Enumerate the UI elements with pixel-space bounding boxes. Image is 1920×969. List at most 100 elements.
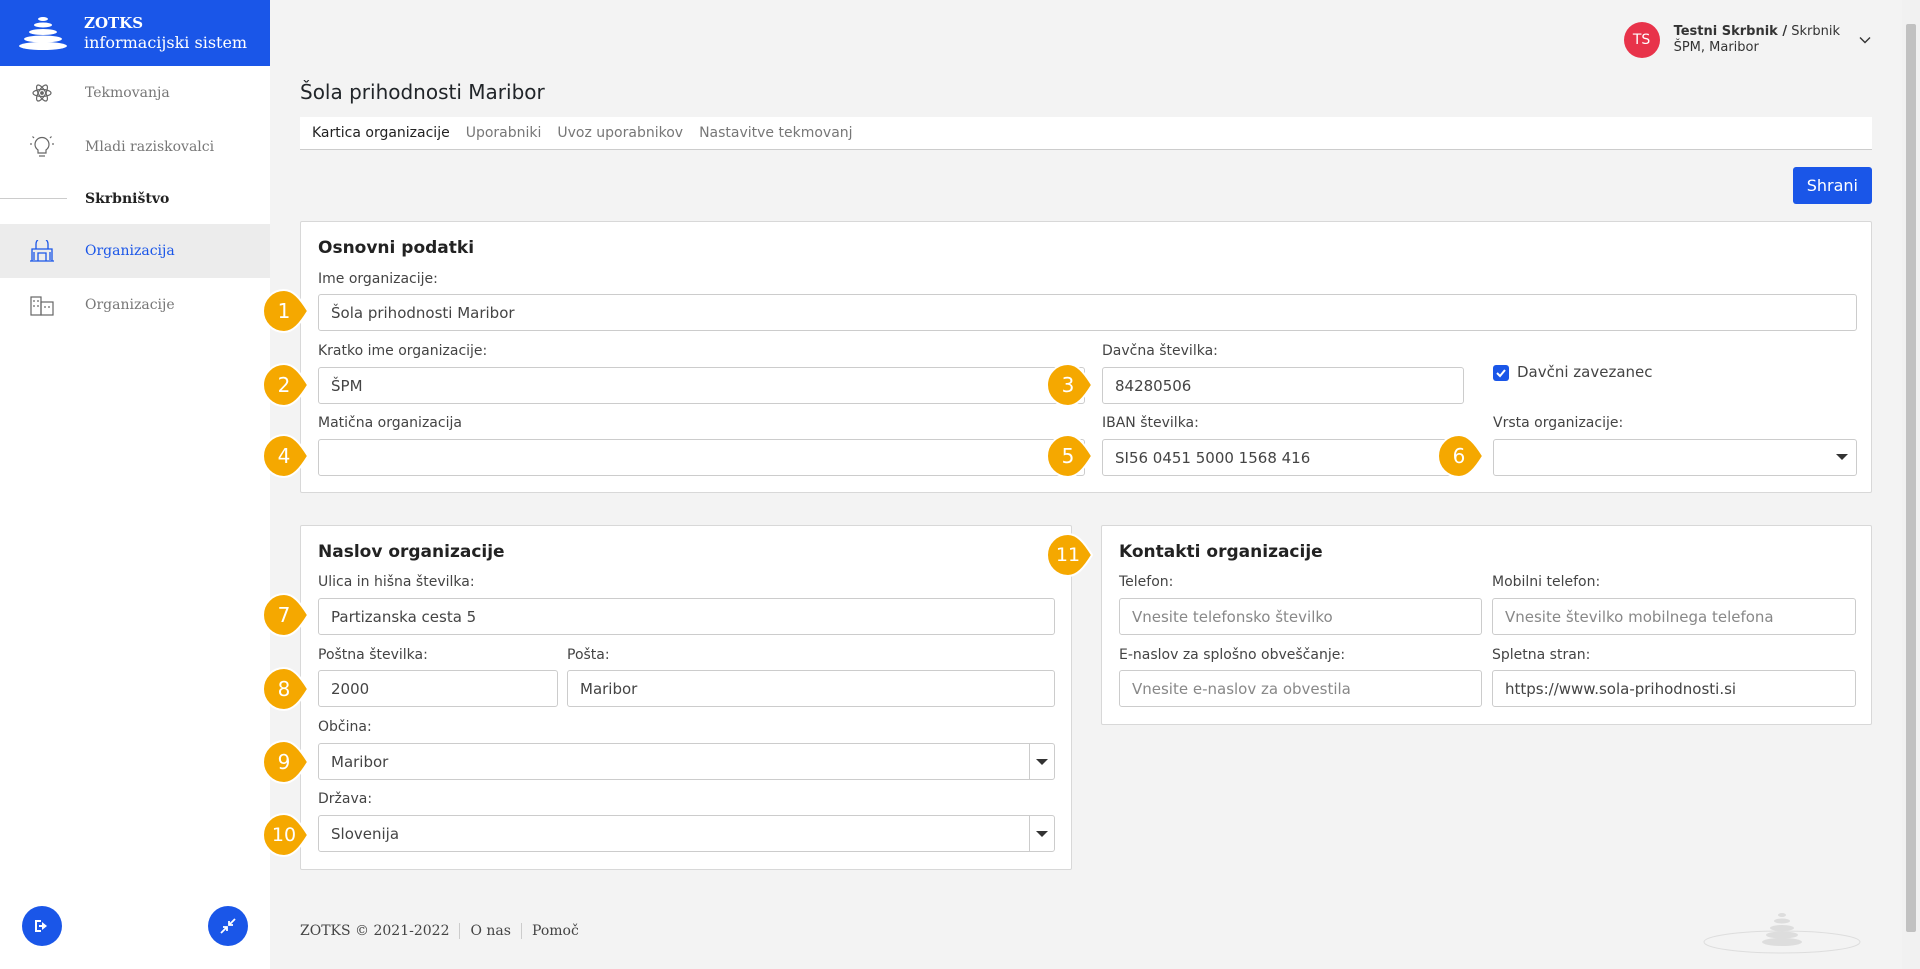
iban-input[interactable]: SI56 0451 5000 1568 416 (1102, 439, 1464, 476)
user-role: Skrbnik (1791, 24, 1840, 39)
brand-subtitle: informacijski sistem (84, 33, 248, 52)
tab-uvoz-uporabnikov[interactable]: Uvoz uporabnikov (557, 125, 683, 141)
callout-number: 6 (1452, 444, 1466, 468)
callout-number: 7 (277, 603, 291, 627)
phone-input[interactable]: Vnesite telefonsko številko (1119, 598, 1482, 635)
section-label: Skrbništvo (85, 191, 170, 207)
user-org: ŠPM, Maribor (1673, 40, 1759, 55)
tab-bar: Kartica organizacije Uporabniki Uvoz upo… (300, 117, 1872, 150)
tab-uporabniki[interactable]: Uporabniki (466, 125, 542, 141)
mobile-input[interactable]: Vnesite številko mobilnega telefona (1492, 598, 1856, 635)
zip-input[interactable]: 2000 (318, 670, 558, 707)
municipality-value: Maribor (331, 752, 389, 771)
user-name: Testni Skrbnik / (1673, 24, 1788, 39)
lightbulb-icon (28, 135, 56, 159)
vertical-scrollbar[interactable] (1902, 0, 1920, 969)
logout-button[interactable] (22, 906, 62, 946)
callout-number: 10 (271, 824, 297, 846)
contacts-card: Kontakti organizacije Telefon: Vnesite t… (1101, 525, 1872, 725)
footer-link-help[interactable]: Pomoč (532, 923, 579, 939)
callout-marker: 7 (261, 592, 321, 638)
caret-down-icon (1036, 758, 1048, 765)
callout-number: 4 (277, 444, 291, 468)
email-input[interactable]: Vnesite e-naslov za obvestila (1119, 670, 1482, 707)
check-icon (1496, 369, 1506, 378)
footer: ZOTKS © 2021-2022 O nas Pomoč (300, 923, 579, 939)
website-input[interactable]: https://www.sola-prihodnosti.si (1492, 670, 1856, 707)
street-input[interactable]: Partizanska cesta 5 (318, 598, 1055, 635)
callout-marker: 9 (261, 739, 321, 785)
sidebar-item-tekmovanja[interactable]: Tekmovanja (0, 66, 270, 120)
sidebar-item-organizacija[interactable]: Organizacija (0, 224, 270, 278)
sidebar-section-skrbnistvo: Skrbništvo (0, 174, 270, 224)
callout-number: 9 (277, 750, 291, 774)
callout-number: 1 (277, 299, 291, 323)
collapse-sidebar-button[interactable] (208, 906, 248, 946)
municipality-label: Občina: (318, 719, 372, 735)
callout-number: 8 (277, 677, 291, 701)
callout-number: 2 (277, 373, 291, 397)
logout-icon (35, 920, 47, 932)
post-input[interactable]: Maribor (567, 670, 1055, 707)
country-label: Država: (318, 791, 373, 807)
parent-org-label: Matična organizacija (318, 415, 462, 431)
sidebar-item-mladi-raziskovalci[interactable]: Mladi raziskovalci (0, 120, 270, 174)
short-name-label: Kratko ime organizacije: (318, 343, 488, 359)
brand-title: ZOTKS (84, 14, 144, 32)
phone-label: Telefon: (1119, 574, 1174, 590)
card-title: Naslov organizacije (318, 542, 505, 562)
chevron-down-icon (1859, 37, 1871, 44)
buildings-icon (28, 293, 56, 317)
short-name-input[interactable]: ŠPM (318, 367, 1085, 404)
org-type-select[interactable] (1493, 439, 1857, 476)
callout-marker: 4 (261, 433, 321, 479)
scrollbar-thumb[interactable] (1906, 24, 1916, 932)
tax-number-label: Davčna številka: (1102, 343, 1218, 359)
sidebar-item-label: Organizacije (85, 297, 175, 313)
email-label: E-naslov za splošno obveščanje: (1119, 647, 1346, 663)
sidebar-item-label: Organizacija (85, 243, 175, 259)
save-button[interactable]: Shrani (1792, 167, 1872, 204)
org-name-input[interactable]: Šola prihodnosti Maribor (318, 294, 1857, 331)
callout-marker: 6 (1436, 433, 1496, 479)
caret-down-icon (1836, 454, 1848, 460)
callout-marker: 5 (1045, 433, 1105, 479)
zotks-watermark-icon (1703, 913, 1861, 954)
municipality-select[interactable]: Maribor (318, 743, 1055, 780)
card-title: Osnovni podatki (318, 238, 475, 258)
page-title: Šola prihodnosti Maribor (300, 80, 545, 104)
tab-nastavitve-tekmovanj[interactable]: Nastavitve tekmovanj (699, 125, 852, 141)
country-select[interactable]: Slovenija (318, 815, 1055, 852)
vat-label: Davčni zavezanec (1517, 363, 1653, 381)
atom-icon (28, 81, 56, 105)
main-content: TS Testni Skrbnik / Skrbnik ŠPM, Maribor… (262, 0, 1902, 969)
select-toggle[interactable] (1029, 816, 1054, 851)
callout-marker: 10 (261, 812, 321, 858)
iban-label: IBAN številka: (1102, 415, 1199, 431)
user-menu[interactable]: TS Testni Skrbnik / Skrbnik ŠPM, Maribor (1623, 22, 1872, 58)
street-label: Ulica in hišna številka: (318, 574, 475, 590)
country-value: Slovenija (331, 824, 400, 843)
caret-down-icon (1036, 830, 1048, 837)
avatar: TS (1623, 22, 1660, 58)
footer-link-about[interactable]: O nas (470, 923, 510, 939)
institution-icon (28, 239, 56, 263)
parent-org-input[interactable] (318, 439, 1085, 476)
compress-icon (220, 918, 236, 934)
sidebar-item-label: Mladi raziskovalci (85, 139, 215, 155)
org-type-label: Vrsta organizacije: (1493, 415, 1624, 431)
callout-marker: 3 (1045, 362, 1105, 408)
vat-checkbox[interactable] (1493, 365, 1509, 381)
tab-kartica-organizacije[interactable]: Kartica organizacije (312, 125, 450, 141)
mobile-label: Mobilni telefon: (1492, 574, 1601, 590)
footer-copyright: ZOTKS © 2021-2022 (300, 923, 450, 939)
name-label: Ime organizacije: (318, 271, 438, 287)
brand-header[interactable]: ZOTKS informacijski sistem (0, 0, 270, 66)
sidebar-item-organizacije[interactable]: Organizacije (0, 278, 270, 332)
callout-marker: 11 (1045, 532, 1105, 578)
select-toggle[interactable] (1029, 744, 1054, 779)
sidebar: ZOTKS informacijski sistem Tekmovanja Ml… (0, 0, 270, 969)
tax-number-input[interactable]: 84280506 (1102, 367, 1464, 404)
callout-number: 5 (1061, 444, 1075, 468)
callout-marker: 1 (261, 288, 321, 334)
